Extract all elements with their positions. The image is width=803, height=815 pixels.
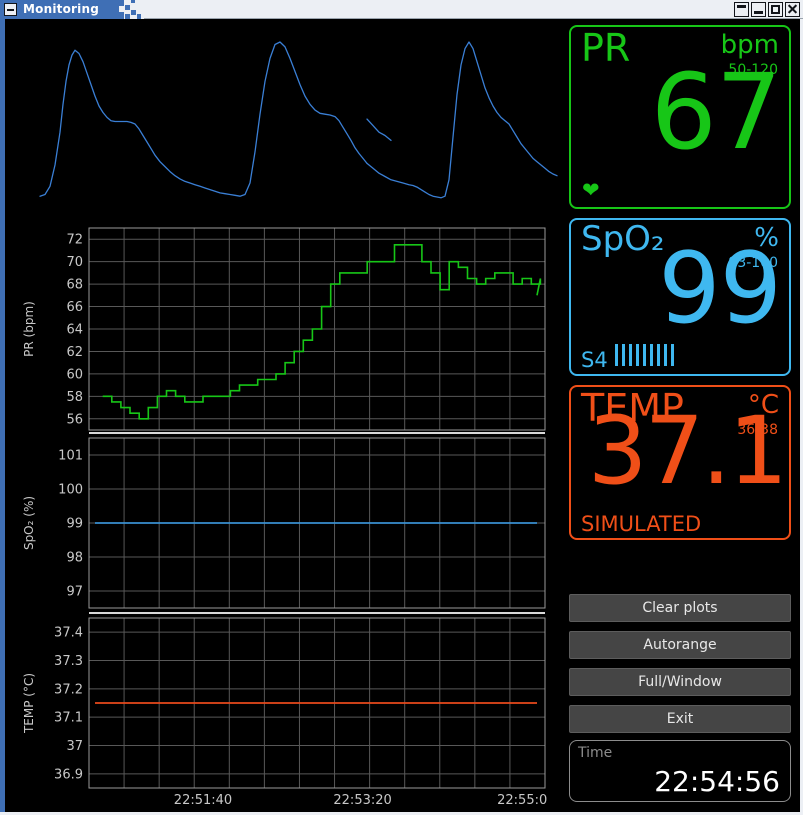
plot-column: 56 58 60 62 64 66 68 70 72 97 98 99 100 101 36.9 37 37.1…	[5, 20, 563, 810]
trend-charts: 56 58 60 62 64 66 68 70 72 97 98 99 100 101 36.9 37 37.1…	[5, 216, 561, 810]
subplot-separator-1	[89, 432, 545, 434]
time-panel-label: Time	[578, 745, 613, 761]
axis-tick-label: 62	[66, 345, 83, 360]
pleth-waveform-chart	[5, 20, 561, 216]
subplot-separator-2	[89, 612, 545, 614]
pr-value: 67	[650, 51, 782, 173]
axis-tick-label: 22:55:0	[497, 793, 547, 808]
close-button[interactable]	[785, 2, 800, 17]
axis-tick-label: 97	[66, 585, 83, 600]
axis-tick-label: 37.4	[54, 626, 83, 641]
full-window-button[interactable]: Full/Window	[569, 668, 791, 696]
time-panel: Time 22:54:56	[569, 740, 791, 802]
window-titlebar: Monitoring	[0, 0, 803, 19]
spo2-axis-title: SpO₂ (%)	[22, 496, 36, 550]
axis-tick-label: 36.9	[54, 767, 83, 782]
axis-tick-label: 56	[66, 412, 83, 427]
window-control-buttons	[734, 2, 800, 17]
spo2-label: SpO₂	[581, 219, 665, 259]
temp-value: 37.1	[587, 397, 788, 506]
clear-plots-button[interactable]: Clear plots	[569, 594, 791, 622]
window-title: Monitoring	[23, 2, 99, 16]
spo2-vital-card[interactable]: SpO₂ % 93-100 99 S4	[569, 218, 791, 376]
client-area: 56 58 60 62 64 66 68 70 72 97 98 99 100 101 36.9 37 37.1…	[5, 20, 800, 812]
vitals-sidebar: PR bpm 50-120 67 ❤ SpO₂ % 93-100 99 S4 T…	[565, 20, 797, 810]
autorange-button[interactable]: Autorange	[569, 631, 791, 659]
axis-tick-label: 22:51:40	[174, 793, 232, 808]
temp-axis-title: TEMP (°C)	[22, 673, 36, 734]
pr-axis-title: PR (bpm)	[22, 301, 36, 357]
axis-tick-label: 101	[58, 449, 83, 464]
axis-tick-label: 70	[66, 255, 83, 270]
axis-tick-label: 64	[66, 323, 83, 338]
axis-tick-label: 60	[66, 367, 83, 382]
axis-tick-label: 37.2	[54, 682, 83, 697]
temp-vital-card[interactable]: TEMP °C 36-38 37.1 SIMULATED	[569, 385, 791, 540]
maximize-button[interactable]	[768, 2, 783, 17]
spo2-signal-label: S4	[581, 348, 608, 372]
axis-tick-label: 68	[66, 278, 83, 293]
axis-tick-label: 100	[58, 483, 83, 498]
axis-tick-label: 37	[66, 739, 83, 754]
axis-tick-label: 37.3	[54, 654, 83, 669]
spo2-signal-strength-bars	[615, 344, 674, 366]
monitoring-window: Monitoring 56 58 60 62 64 66 68 70 72 97…	[0, 0, 803, 815]
temp-status: SIMULATED	[581, 512, 702, 536]
axis-tick-label: 98	[66, 551, 83, 566]
minimize-button[interactable]	[751, 2, 766, 17]
axis-tick-label: 22:53:20	[333, 793, 391, 808]
shade-button[interactable]	[734, 2, 749, 17]
pr-vital-card[interactable]: PR bpm 50-120 67 ❤	[569, 25, 791, 209]
axis-tick-label: 66	[66, 300, 83, 315]
exit-button[interactable]: Exit	[569, 705, 791, 733]
spo2-value: 99	[658, 232, 782, 346]
axis-tick-label: 37.1	[54, 711, 83, 726]
axis-tick-label: 58	[66, 390, 83, 405]
window-menu-button[interactable]	[4, 3, 17, 16]
titlebar-dither-pattern	[108, 0, 144, 19]
time-panel-value: 22:54:56	[654, 765, 780, 798]
axis-tick-label: 99	[66, 517, 83, 532]
axis-tick-label: 72	[66, 233, 83, 248]
pr-label: PR	[581, 26, 631, 70]
heart-icon: ❤	[582, 178, 600, 202]
